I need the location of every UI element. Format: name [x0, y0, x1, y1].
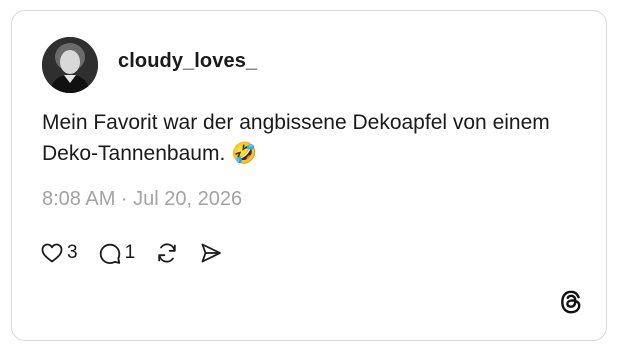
- send-icon: [199, 241, 223, 265]
- avatar[interactable]: [42, 37, 98, 93]
- post-card: cloudy_loves_ Mein Favorit war der angbi…: [11, 10, 607, 341]
- post-timestamp: 8:08 AM · Jul 20, 2026: [42, 188, 243, 210]
- post-text: Mein Favorit war der angbissene Dekoapfe…: [42, 111, 550, 165]
- heart-icon: [40, 241, 64, 265]
- like-count: 3: [67, 242, 78, 263]
- share-button[interactable]: [199, 241, 223, 265]
- threads-logo-icon[interactable]: [558, 289, 584, 315]
- username[interactable]: cloudy_loves_: [118, 50, 257, 73]
- post-actions: 3 1: [40, 239, 243, 267]
- like-button[interactable]: 3: [40, 241, 78, 265]
- comment-bubble-icon: [98, 241, 122, 265]
- repost-icon: [155, 241, 179, 265]
- reply-count: 1: [124, 242, 136, 263]
- repost-button[interactable]: [155, 241, 179, 265]
- reply-button[interactable]: 1: [98, 241, 136, 265]
